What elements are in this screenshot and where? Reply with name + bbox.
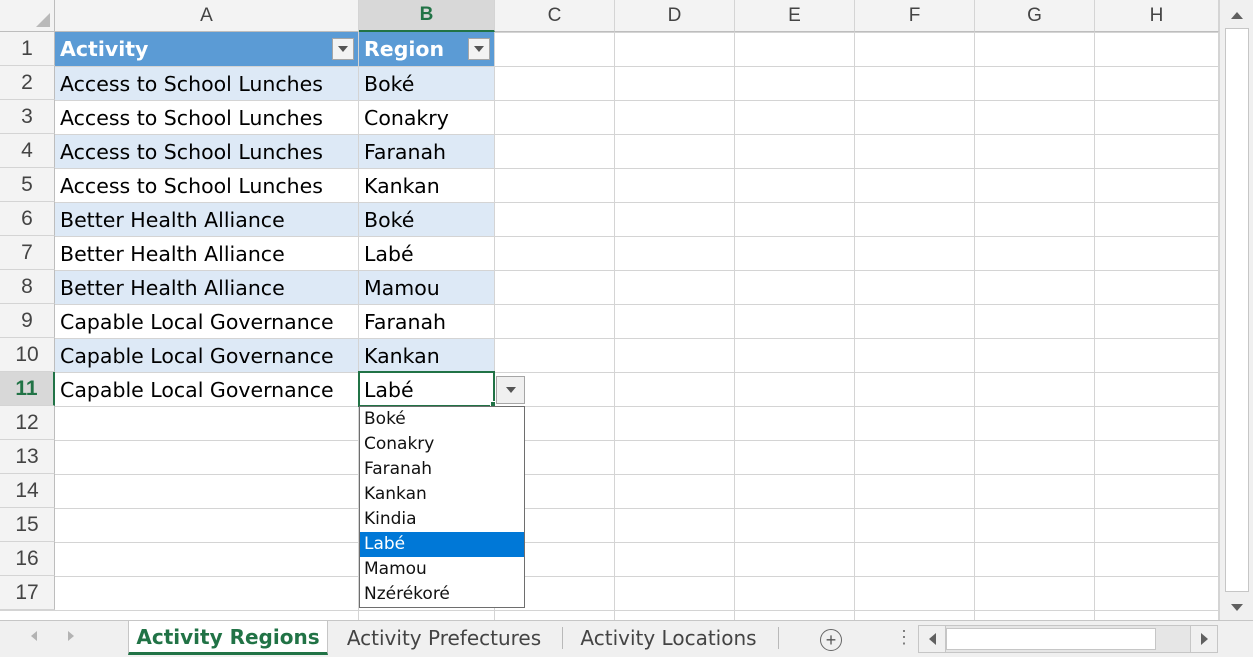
table-cell[interactable]: Kankan [359,339,494,372]
table-cell[interactable]: Capable Local Governance [55,373,358,406]
table-cell[interactable]: Boké [359,203,494,236]
table-cell[interactable]: Conakry [359,101,494,134]
table-cell[interactable]: Capable Local Governance [55,339,358,372]
sheet-tab-activity-locations[interactable]: Activity Locations [566,621,771,655]
table-cell[interactable]: Kankan [359,169,494,202]
table-header-label: Activity [60,37,149,61]
table-cell[interactable]: Boké [359,67,494,100]
select-all-triangle-icon [36,13,50,27]
table-cell[interactable]: Access to School Lunches [55,169,358,202]
row-header-15[interactable]: 15 [0,508,55,542]
table-header-label: Region [364,37,445,61]
table-cell[interactable]: Better Health Alliance [55,203,358,236]
sheet-tab-activity-regions[interactable]: Activity Regions [128,621,328,655]
row-header-10[interactable]: 10 [0,338,55,372]
scroll-down-arrow-icon[interactable] [1224,594,1250,620]
scroll-up-arrow-icon[interactable] [1224,2,1250,28]
row-header-11[interactable]: 11 [0,372,55,406]
column-header-d[interactable]: D [615,0,735,32]
scroll-right-arrow-icon[interactable] [1190,625,1218,653]
dropdown-option[interactable]: Kindia [360,507,524,532]
gridline-horizontal [0,576,1219,577]
table-cell[interactable]: Better Health Alliance [55,237,358,270]
row-header-5[interactable]: 5 [0,168,55,202]
row-header-6[interactable]: 6 [0,202,55,236]
table-cell[interactable]: Faranah [359,135,494,168]
scroll-left-arrow-icon[interactable] [918,625,946,653]
vertical-scrollbar[interactable] [1219,0,1253,620]
row-header-16[interactable]: 16 [0,542,55,576]
row-header-3[interactable]: 3 [0,100,55,134]
spreadsheet-grid[interactable]: A B C D E F G H 1 2 3 4 5 6 7 8 9 10 11 12 13 14 15 16 17 Activit… [0,0,1219,620]
row-header-4[interactable]: 4 [0,134,55,168]
table-cell[interactable]: Access to School Lunches [55,135,358,168]
table-header-activity[interactable]: Activity [55,32,358,66]
row-header-17[interactable]: 17 [0,576,55,610]
gridline-vertical [614,0,615,620]
dropdown-option[interactable]: Kankan [360,482,524,507]
gridline-vertical [1094,0,1095,620]
column-header-e[interactable]: E [735,0,855,32]
gridline-vertical [734,0,735,620]
table-cell[interactable]: Labé [359,237,494,270]
horizontal-scrollbar[interactable] [946,625,1190,653]
select-all-corner[interactable] [0,0,55,32]
row-header-2[interactable]: 2 [0,66,55,100]
gridline-vertical [854,0,855,620]
dropdown-option[interactable]: Conakry [360,432,524,457]
sheet-tab-activity-prefectures[interactable]: Activity Prefectures [334,621,554,655]
gridline-horizontal [0,474,1219,475]
filter-dropdown-button[interactable] [332,38,354,60]
gridline-horizontal [0,542,1219,543]
dropdown-option[interactable]: Nzérékoré [360,582,524,607]
row-header-1[interactable]: 1 [0,32,55,66]
column-header-f[interactable]: F [855,0,975,32]
more-options-icon[interactable]: ⋮ [895,627,913,648]
gridline-horizontal [0,440,1219,441]
sheet-tab-bar: Activity Regions Activity Prefectures Ac… [0,620,1253,657]
active-cell-border [358,371,495,407]
add-sheet-icon[interactable]: + [820,629,842,651]
next-sheet-arrow-icon[interactable] [68,631,74,641]
gridline-vertical [974,0,975,620]
dropdown-option[interactable]: Boké [360,407,524,432]
gridline-horizontal [0,406,1219,407]
gridline-horizontal [0,610,1219,611]
table-cell[interactable]: Access to School Lunches [55,67,358,100]
validation-dropdown-list[interactable]: Boké Conakry Faranah Kankan Kindia Labé Mamou N… [359,406,525,608]
row-header-14[interactable]: 14 [0,474,55,508]
table-cell[interactable]: Faranah [359,305,494,338]
filter-arrow-icon [474,46,484,52]
dropdown-option[interactable]: Faranah [360,457,524,482]
table-cell[interactable]: Access to School Lunches [55,101,358,134]
table-cell[interactable]: Better Health Alliance [55,271,358,304]
table-cell[interactable]: Mamou [359,271,494,304]
column-header-g[interactable]: G [975,0,1095,32]
dropdown-arrow-icon [505,387,516,393]
horizontal-scroll-thumb[interactable] [946,628,1156,650]
row-header-12[interactable]: 12 [0,406,55,440]
row-header-13[interactable]: 13 [0,440,55,474]
row-header-8[interactable]: 8 [0,270,55,304]
column-header-a[interactable]: A [55,0,359,32]
column-header-c[interactable]: C [495,0,615,32]
filter-arrow-icon [338,46,348,52]
table-cell[interactable]: Capable Local Governance [55,305,358,338]
row-header-7[interactable]: 7 [0,236,55,270]
filter-dropdown-button[interactable] [468,38,490,60]
dropdown-option[interactable]: Labé [360,532,524,557]
row-header-9[interactable]: 9 [0,304,55,338]
prev-sheet-arrow-icon[interactable] [31,631,37,641]
tab-separator [778,627,779,649]
validation-dropdown-button[interactable] [496,376,525,404]
dropdown-option[interactable]: Mamou [360,557,524,582]
column-header-b[interactable]: B [359,0,495,32]
vertical-scroll-thumb[interactable] [1225,28,1249,592]
tab-separator [562,627,563,649]
gridline-horizontal [0,508,1219,509]
column-header-h[interactable]: H [1095,0,1219,32]
